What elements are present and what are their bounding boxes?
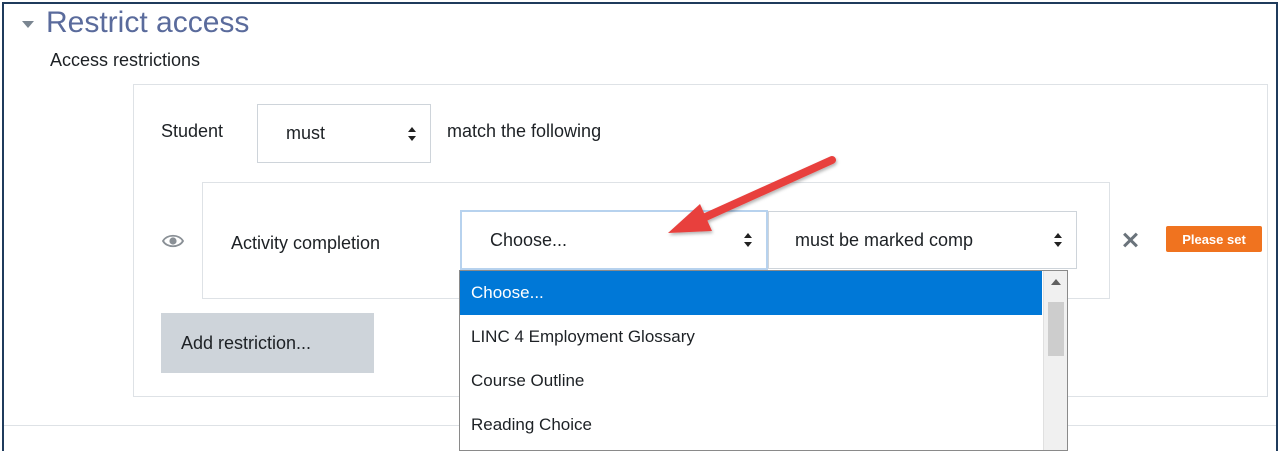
dropdown-option[interactable]: Choose... [460, 271, 1042, 315]
completion-state-select[interactable]: must be marked comp [768, 211, 1077, 269]
match-following-label: match the following [447, 121, 602, 141]
select-arrows-icon [1054, 233, 1062, 247]
activity-select[interactable]: Choose... [460, 210, 768, 270]
please-set-badge: Please set [1166, 226, 1262, 252]
activity-select-value: Choose... [490, 229, 568, 250]
eye-icon[interactable] [162, 233, 184, 249]
chevron-down-icon[interactable] [22, 20, 34, 28]
close-icon[interactable] [1120, 230, 1140, 250]
activity-dropdown-list[interactable]: Choose... LINC 4 Employment Glossary Cou… [459, 270, 1068, 451]
scroll-up-icon[interactable] [1051, 279, 1061, 285]
dropdown-scrollbar[interactable] [1043, 271, 1067, 450]
student-label: Student [161, 121, 224, 141]
section-title: Restrict access [46, 6, 250, 39]
select-arrows-icon [408, 126, 416, 141]
add-restriction-button[interactable]: Add restriction... [161, 313, 374, 373]
section-header[interactable]: Restrict access [22, 6, 249, 40]
must-select[interactable]: must [257, 104, 431, 163]
completion-select-value: must be marked comp [795, 229, 974, 250]
dropdown-option[interactable]: LINC 4 Employment Glossary [460, 315, 1042, 359]
select-arrows-icon [744, 233, 752, 247]
scroll-thumb[interactable] [1048, 302, 1064, 356]
access-restrictions-label: Access restrictions [50, 50, 201, 70]
activity-completion-label: Activity completion [231, 233, 381, 253]
dropdown-option[interactable]: Reading Choice [460, 403, 1042, 447]
must-select-value: must [286, 123, 326, 143]
dropdown-option[interactable]: Course Outline [460, 359, 1042, 403]
